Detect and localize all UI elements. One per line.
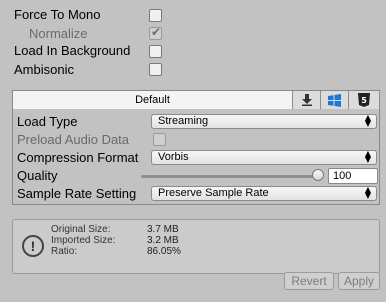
sample-rate-setting-value: Preserve Sample Rate bbox=[158, 187, 269, 199]
preload-audio-data-checkbox[interactable] bbox=[153, 133, 166, 146]
checkmark-icon: ✔ bbox=[151, 25, 162, 39]
dropdown-arrows-icon: ▲ ▼ bbox=[364, 185, 371, 200]
quality-label: Quality bbox=[17, 168, 58, 183]
ratio-value: 86.05% bbox=[147, 246, 181, 257]
dropdown-arrows-icon: ▲ ▼ bbox=[364, 113, 371, 128]
force-to-mono-label: Force To Mono bbox=[14, 7, 101, 22]
ambisonic-label: Ambisonic bbox=[14, 62, 74, 77]
quality-input[interactable]: 100 bbox=[328, 168, 378, 184]
imported-size-label: Imported Size: bbox=[51, 235, 116, 246]
tab-standalone[interactable] bbox=[293, 91, 321, 109]
tab-default[interactable]: Default bbox=[13, 91, 293, 109]
apply-button[interactable]: Apply bbox=[338, 272, 380, 290]
sample-rate-setting-label: Sample Rate Setting bbox=[17, 186, 137, 201]
html5-icon: 5 bbox=[358, 93, 370, 107]
load-type-label: Load Type bbox=[17, 114, 78, 129]
compression-format-value: Vorbis bbox=[158, 151, 189, 163]
quality-slider-track[interactable] bbox=[141, 175, 319, 178]
ratio-label: Ratio: bbox=[51, 246, 78, 257]
normalize-checkbox[interactable]: ✔ bbox=[149, 25, 162, 40]
preload-audio-data-label: Preload Audio Data bbox=[17, 132, 130, 147]
load-in-background-label: Load In Background bbox=[14, 43, 131, 58]
svg-text:5: 5 bbox=[361, 96, 367, 105]
ambisonic-checkbox[interactable] bbox=[149, 63, 162, 76]
sample-rate-setting-dropdown[interactable]: Preserve Sample Rate ▲ ▼ bbox=[151, 186, 377, 201]
force-to-mono-checkbox[interactable] bbox=[149, 9, 162, 22]
info-exclamation-icon: ! bbox=[22, 235, 44, 257]
load-in-background-checkbox[interactable] bbox=[149, 45, 162, 58]
load-type-dropdown[interactable]: Streaming ▲ ▼ bbox=[151, 114, 377, 129]
compression-format-label: Compression Format bbox=[17, 150, 139, 165]
import-info-box: ! Original Size: 3.7 MB Imported Size: 3… bbox=[12, 219, 380, 274]
imported-size-value: 3.2 MB bbox=[147, 235, 179, 246]
windows-icon bbox=[328, 93, 341, 107]
load-type-value: Streaming bbox=[158, 115, 209, 127]
revert-button[interactable]: Revert bbox=[284, 272, 334, 290]
original-size-label: Original Size: bbox=[51, 224, 111, 235]
tab-windows[interactable] bbox=[321, 91, 349, 109]
normalize-label: Normalize bbox=[29, 26, 88, 41]
platform-tab-bar: Default 5 bbox=[13, 91, 379, 109]
compression-format-dropdown[interactable]: Vorbis ▲ ▼ bbox=[151, 150, 377, 165]
dropdown-arrows-icon: ▲ ▼ bbox=[364, 149, 371, 164]
original-size-value: 3.7 MB bbox=[147, 224, 179, 235]
tab-webgl[interactable]: 5 bbox=[349, 91, 379, 109]
download-icon bbox=[301, 94, 312, 106]
quality-slider-thumb[interactable] bbox=[312, 169, 324, 181]
